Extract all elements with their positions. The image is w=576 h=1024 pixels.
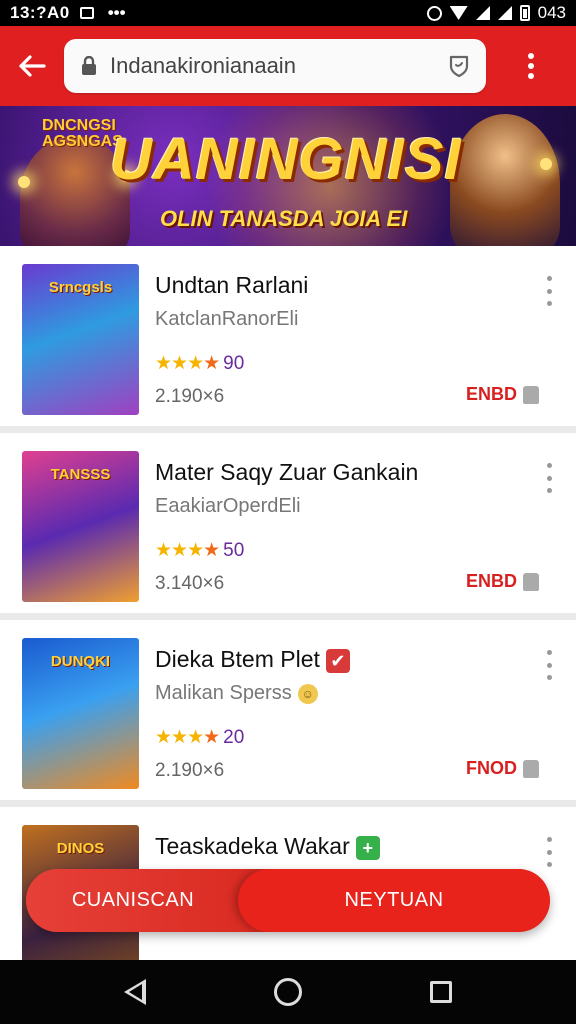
app-thumbnail[interactable]: Srncgsls (22, 264, 139, 415)
rating-score: 20 (223, 726, 245, 748)
app-name[interactable]: Undtan Rarlani (155, 272, 308, 299)
left-action-label: CUANISCAN (71, 889, 195, 911)
floating-action-bar: CUANISCAN NEYTUAN (26, 869, 550, 932)
verified-badge-icon: ✔ (325, 648, 350, 673)
status-time: 13:?A0 (10, 3, 70, 22)
promo-banner[interactable]: DNCNGSI AGSNGAS UANINGNISI OLIN TANASDA … (0, 106, 576, 246)
install-label: ENBD (466, 571, 518, 591)
app-developer: KatclanRanorEli (155, 308, 299, 330)
app-size: 2.190×6 (155, 760, 225, 781)
more-options-button[interactable] (538, 650, 560, 680)
app-size: 3.140×6 (155, 573, 225, 594)
star-rating-icon: ★★★★ (155, 540, 220, 561)
wifi-icon (449, 6, 468, 20)
plus-badge-icon: + (355, 835, 380, 860)
install-label: FNOD (466, 758, 517, 778)
signal-icon-2 (497, 6, 512, 20)
sim-card-icon (79, 7, 94, 19)
star-rating-icon: ★★★★ (155, 353, 220, 374)
more-options-button[interactable] (538, 463, 560, 493)
overflow-menu-button[interactable] (486, 26, 576, 106)
install-label: ENBD (466, 384, 518, 404)
install-button[interactable]: FNOD (466, 758, 539, 779)
arrow-left-icon (19, 55, 46, 77)
system-nav-bar (0, 960, 576, 1024)
address-bar[interactable]: Indanakironianaain (64, 39, 486, 93)
app-thumbnail[interactable]: DUNQKI (22, 638, 139, 789)
thumbnail-title: DINOS (56, 840, 105, 857)
more-vert-icon (528, 53, 534, 79)
back-button[interactable] (0, 26, 64, 106)
signal-icon (475, 6, 490, 20)
banner-subtitle: OLIN TANASDA JOIA EI (160, 206, 408, 231)
sparkle-icon (540, 158, 552, 170)
right-action-label: NEYTUAN (344, 889, 444, 911)
nav-home-icon[interactable] (274, 978, 302, 1006)
status-bar: 13:?A0 ••• 043 (0, 0, 576, 26)
notification-dots: ••• (107, 3, 126, 22)
app-card[interactable]: TANSSS Mater Saqy Zuar Gankain EaakiarOp… (0, 433, 576, 613)
rating-score: 50 (223, 539, 245, 561)
install-button[interactable]: ENBD (466, 384, 540, 405)
lock-icon (523, 572, 540, 591)
app-rating: ★★★★ 90 (155, 352, 244, 375)
sparkle-icon (18, 176, 30, 188)
install-button[interactable]: ENBD (466, 571, 540, 592)
battery-icon (519, 5, 530, 21)
rating-score: 90 (223, 352, 245, 374)
nav-back-icon[interactable] (124, 979, 146, 1005)
app-name[interactable]: Teaskadeka Wakar + (155, 833, 380, 860)
app-name[interactable]: Dieka Btem Plet ✔ (155, 646, 350, 673)
emoji-badge-icon: ☺ (297, 683, 318, 704)
thumbnail-title: DUNQKI (50, 653, 111, 670)
app-rating: ★★★★ 50 (155, 539, 244, 562)
banner-title: UANINGNISI (110, 127, 462, 192)
app-developer: EaakiarOperdEli (155, 495, 301, 517)
battery-level: 043 (537, 3, 566, 22)
alarm-icon (426, 5, 442, 21)
app-rating: ★★★★ 20 (155, 726, 244, 749)
lock-icon (523, 385, 540, 404)
screen: 13:?A0 ••• 043 Indanakironianaain DNCNGS… (0, 0, 576, 1024)
app-size: 2.190×6 (155, 386, 225, 407)
browser-toolbar: Indanakironianaain (0, 26, 576, 106)
lock-icon (78, 56, 100, 76)
app-thumbnail[interactable]: TANSSS (22, 451, 139, 602)
more-options-button[interactable] (538, 837, 560, 867)
lock-icon (523, 759, 539, 778)
url-text: Indanakironianaain (110, 53, 296, 78)
app-name[interactable]: Mater Saqy Zuar Gankain (155, 459, 418, 486)
star-rating-icon: ★★★★ (155, 727, 220, 748)
right-action-button[interactable]: NEYTUAN (238, 869, 550, 932)
thumbnail-title: TANSSS (50, 466, 111, 483)
shield-icon[interactable] (446, 53, 472, 79)
thumbnail-title: Srncgsls (48, 279, 113, 296)
app-developer: Malikan Sperss ☺ (155, 682, 318, 705)
banner-hero-knight (450, 114, 560, 246)
app-card[interactable]: Srncgsls Undtan Rarlani KatclanRanorEli … (0, 246, 576, 426)
more-options-button[interactable] (538, 276, 560, 306)
nav-recents-icon[interactable] (430, 981, 452, 1003)
status-icons: 043 (426, 3, 566, 23)
app-card[interactable]: DUNQKI Dieka Btem Plet ✔ Malikan Sperss ☺ … (0, 620, 576, 800)
